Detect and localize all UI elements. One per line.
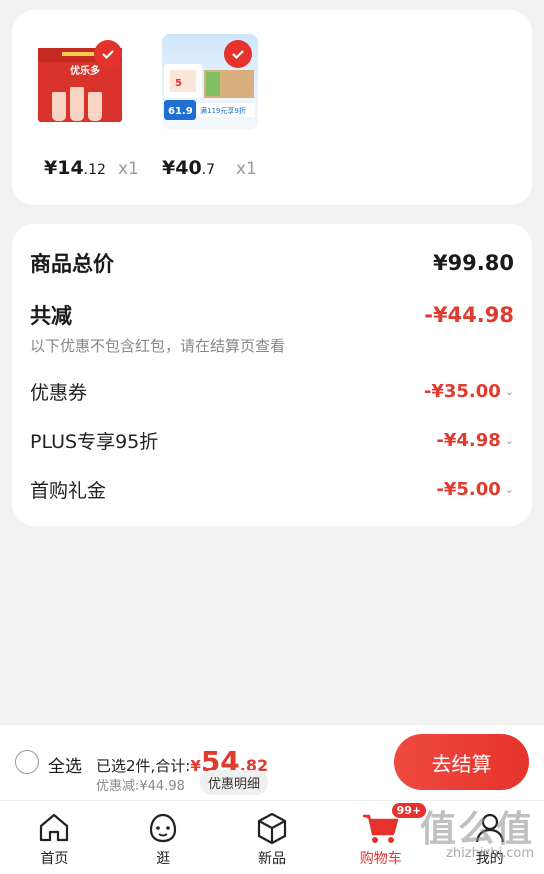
svg-text:5: 5 <box>175 78 182 89</box>
product-promo-price: 61.9 <box>168 106 193 117</box>
tab-label: 新品 <box>257 851 286 867</box>
discount-note: 以下优惠不包含红包，请在结算页查看 <box>30 337 286 355</box>
price-summary-card: 商品总价 ¥99.80 共减 -¥44.98 以下优惠不包含红包，请在结算页查看… <box>12 224 532 526</box>
product-image[interactable]: 优乐多 <box>32 34 128 130</box>
face-icon <box>150 813 177 843</box>
discount-row-first-purchase[interactable]: 首购礼金 -¥5.00 ⌄ <box>30 476 514 503</box>
discount-label: 优惠券 <box>30 382 88 404</box>
tab-new[interactable]: 新品 <box>218 801 327 874</box>
selected-products-card: 优乐多 ¥14.12 x1 5 61.9 满119元享9折 ¥40.7 x1 <box>12 10 532 205</box>
discount-value: -¥4.98 <box>436 430 501 451</box>
chevron-down-icon[interactable]: ⌄ <box>505 385 514 398</box>
product-quantity: x1 <box>236 159 257 179</box>
tab-browse[interactable]: 逛 <box>109 801 218 874</box>
chevron-down-icon[interactable]: ⌄ <box>505 483 514 496</box>
tab-label: 首页 <box>40 851 69 867</box>
total-currency: ¥ <box>190 757 201 775</box>
select-all-radio[interactable] <box>15 750 39 774</box>
product-item[interactable]: 优乐多 <box>32 34 128 130</box>
discount-detail-button[interactable]: 优惠明细 <box>200 770 269 795</box>
total-price-label: 商品总价 <box>30 252 114 276</box>
discount-label: 首购礼金 <box>30 480 107 502</box>
watermark: 值么值 zhizhizhi.com <box>419 800 534 861</box>
discount-row-plus[interactable]: PLUS专享95折 -¥4.98 ⌄ <box>30 427 514 454</box>
select-all-label[interactable]: 全选 <box>48 752 82 777</box>
product-price: ¥14.12 <box>44 157 106 179</box>
checkout-button[interactable]: 去结算 <box>394 734 529 790</box>
discount-row-coupon[interactable]: 优惠券 -¥35.00 ⌄ <box>30 378 514 405</box>
total-reduce-value: -¥44.98 <box>424 303 514 327</box>
chevron-down-icon[interactable]: ⌄ <box>505 434 514 447</box>
product-promo-text: 满119元享9折 <box>200 106 246 115</box>
discount-value: -¥5.00 <box>436 479 501 500</box>
total-price-value: ¥99.80 <box>432 251 514 275</box>
checkout-bar: 全选 已选2件,合计: ¥ 54 .82 优惠减:¥44.98 优惠明细 去结算 <box>0 724 544 800</box>
product-price: ¥40.7 <box>162 157 216 179</box>
total-reduce-row: 共减 -¥44.98 <box>30 300 514 330</box>
product-image[interactable]: 5 61.9 满119元享9折 <box>162 34 258 130</box>
cube-icon <box>257 812 287 845</box>
discount-value: -¥35.00 <box>423 381 501 402</box>
discount-label: PLUS专享95折 <box>30 431 159 453</box>
discount-summary: 优惠减:¥44.98 <box>96 779 185 794</box>
selected-count-text: 已选2件,合计: <box>96 757 191 775</box>
product-item[interactable]: 5 61.9 满119元享9折 <box>162 34 258 130</box>
watermark-logo: 值么值 <box>419 809 534 850</box>
tab-cart[interactable]: 99+ 购物车 <box>326 801 435 874</box>
tab-home[interactable]: 首页 <box>0 801 109 874</box>
total-reduce-label: 共减 <box>30 304 72 328</box>
total-price-row: 商品总价 ¥99.80 <box>30 248 514 278</box>
watermark-url: zhizhizhi.com <box>446 846 534 861</box>
selected-check-icon[interactable] <box>224 40 252 68</box>
tab-label: 逛 <box>156 851 171 867</box>
product-brand-text: 优乐多 <box>70 64 100 77</box>
product-quantity: x1 <box>118 159 139 179</box>
home-icon <box>40 813 69 842</box>
selected-check-icon[interactable] <box>94 40 122 68</box>
tab-label: 购物车 <box>359 851 402 867</box>
